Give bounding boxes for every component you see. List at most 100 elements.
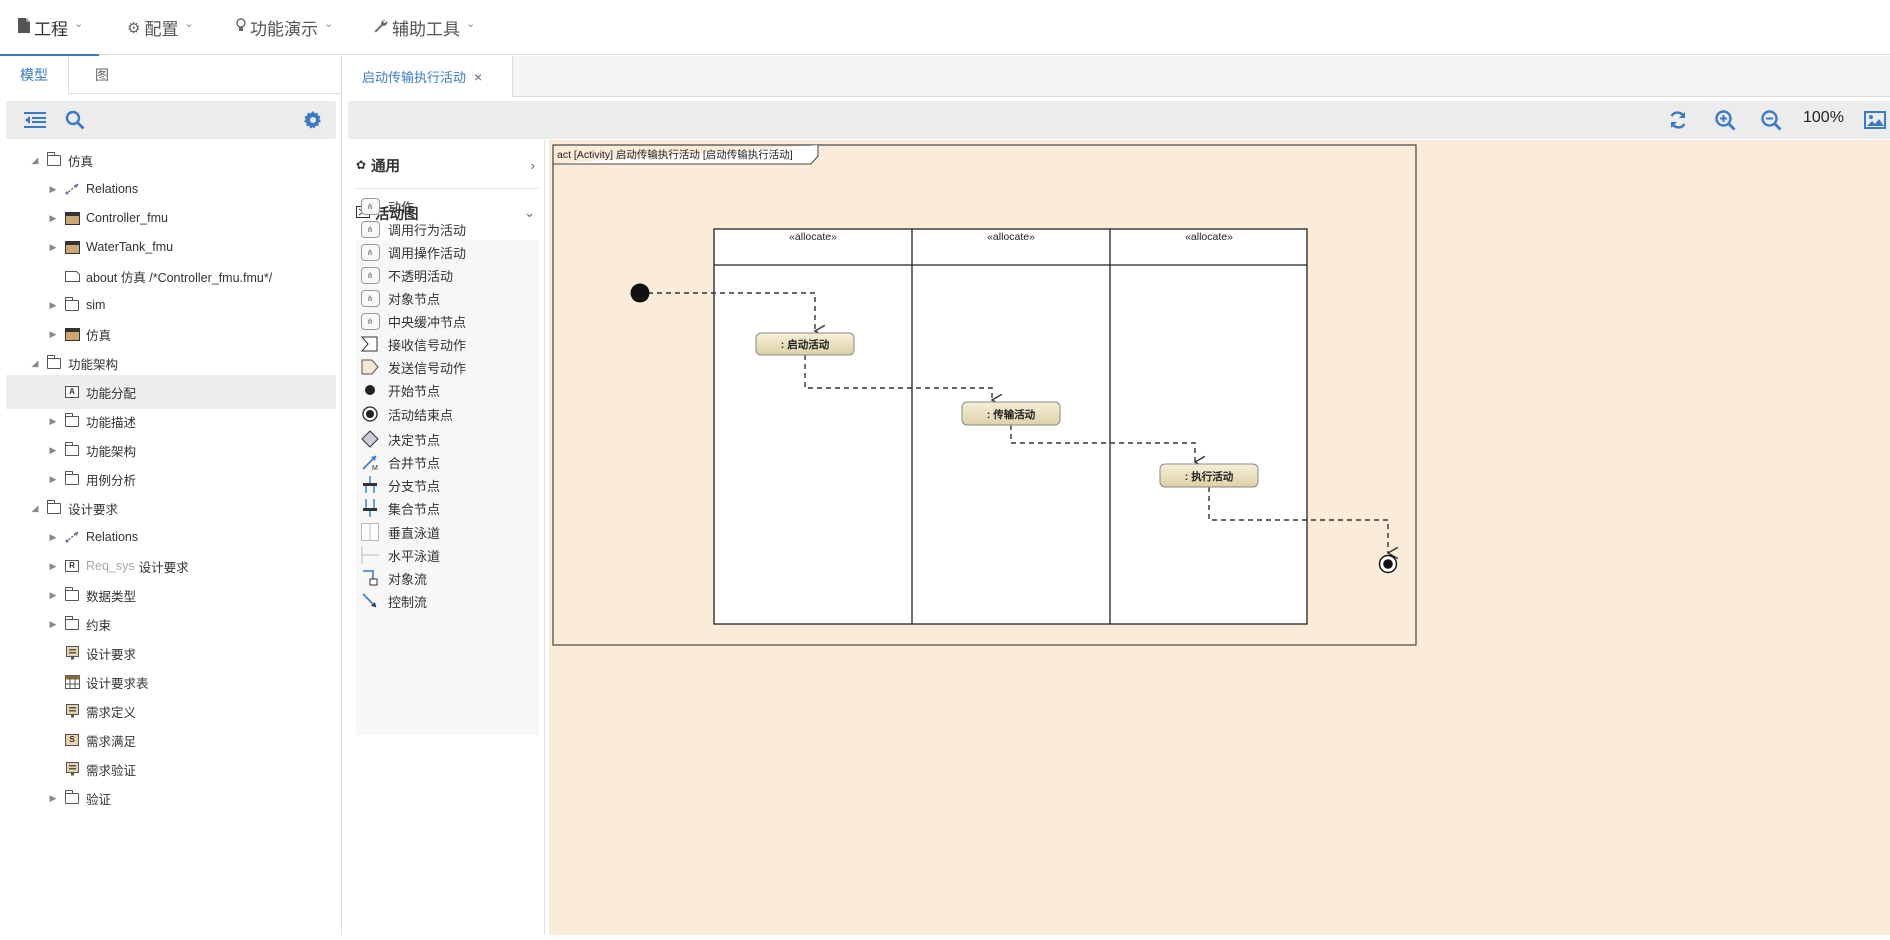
folder-icon xyxy=(46,354,62,370)
requirement-diagram-icon xyxy=(64,762,80,776)
triangle-right-icon[interactable]: ▶ xyxy=(46,242,60,253)
palette-item-label: 调用行为活动 xyxy=(388,222,467,238)
element-palette: ✿ 通用 › 活动图 ⌄ ⋔ 动作 ⋔ 调用行为活动 ⋔ 调用操作活动 ⋔ 不透明活动 ⋔ 对象节… xyxy=(348,140,545,935)
opaque-action-icon: ⋔ xyxy=(360,266,380,284)
diagram-canvas[interactable]: act [Activity] 启动传输执行活动 [启动传输执行活动] «allo… xyxy=(549,140,1890,935)
triangle-right-icon[interactable]: ▶ xyxy=(46,561,60,572)
model-browser-tabs: 模型 图 xyxy=(0,56,341,94)
collapse-all-icon[interactable] xyxy=(22,107,48,133)
palette-item-label: 对象节点 xyxy=(388,291,441,307)
menu-project[interactable]: 工程 ⌄ xyxy=(0,0,100,56)
gear-icon[interactable] xyxy=(300,107,326,133)
editor-tab-label: 启动传输执行活动 xyxy=(362,70,467,85)
editor-tab-bar: 启动传输执行活动 × xyxy=(343,56,1890,97)
lightbulb-icon xyxy=(236,18,246,37)
editor-tab-activity[interactable]: 启动传输执行活动 × xyxy=(343,56,513,97)
zoom-out-icon[interactable] xyxy=(1759,107,1783,133)
tree-item-label: 用例分析 xyxy=(86,473,137,488)
block-icon xyxy=(64,240,80,254)
palette-item-label: 控制流 xyxy=(388,594,428,610)
tab-diagram[interactable]: 图 xyxy=(75,56,129,94)
relation-icon xyxy=(64,182,80,196)
palette-item-label: 不透明活动 xyxy=(388,268,454,284)
action-label: : 启动活动 xyxy=(781,338,830,351)
triangle-right-icon[interactable]: ▶ xyxy=(46,474,60,485)
triangle-right-icon[interactable]: ▶ xyxy=(46,300,60,311)
triangle-down-icon[interactable]: ◢ xyxy=(28,358,42,369)
object-flow-icon xyxy=(360,569,380,587)
tree-item-label: 需求定义 xyxy=(86,705,137,720)
refresh-icon[interactable] xyxy=(1666,107,1690,133)
relation-icon xyxy=(64,530,80,544)
tree-item-label: Relations xyxy=(86,530,139,544)
gear-icon: ✿ xyxy=(356,158,367,172)
action-start[interactable]: : 启动活动 xyxy=(755,332,855,356)
folder-icon xyxy=(64,296,80,312)
triangle-right-icon[interactable]: ▶ xyxy=(46,416,60,427)
tree-item-label: 功能描述 xyxy=(86,415,137,430)
tree-item-label: WaterTank_fmu xyxy=(86,240,174,254)
control-flow-icon xyxy=(360,592,380,610)
partition-label: «allocate» xyxy=(789,231,837,243)
triangle-down-icon[interactable]: ◢ xyxy=(28,155,42,166)
palette-item-label: 中央缓冲节点 xyxy=(388,314,467,330)
tree-item-label: Relations xyxy=(86,182,139,196)
triangle-right-icon[interactable]: ▶ xyxy=(46,184,60,195)
triangle-down-icon[interactable]: ◢ xyxy=(28,503,42,514)
triangle-right-icon[interactable]: ▶ xyxy=(46,213,60,224)
activity-final-node[interactable] xyxy=(1378,554,1398,574)
triangle-right-icon[interactable]: ▶ xyxy=(46,619,60,630)
tree-item-label: 设计要求 xyxy=(86,647,137,662)
action-transfer[interactable]: : 传输活动 xyxy=(961,401,1061,426)
close-icon[interactable]: × xyxy=(474,69,482,85)
triangle-right-icon[interactable]: ▶ xyxy=(46,329,60,340)
tree-item-label: 需求满足 xyxy=(86,734,137,749)
tree-item-label: 功能架构 xyxy=(68,357,119,372)
tab-model[interactable]: 模型 xyxy=(0,56,69,94)
table-icon xyxy=(64,675,80,689)
triangle-right-icon[interactable]: ▶ xyxy=(46,793,60,804)
join-node-icon xyxy=(360,499,380,517)
palette-item-label: 分支节点 xyxy=(388,478,441,494)
chevron-down-icon: ⌄ xyxy=(466,18,476,30)
requirement-diagram-icon xyxy=(64,646,80,660)
tree-item-label: 功能分配 xyxy=(86,386,137,401)
palette-section-general[interactable]: ✿ 通用 › xyxy=(348,143,545,187)
palette-item[interactable]: 控制流 xyxy=(360,587,427,615)
initial-node[interactable] xyxy=(630,283,650,303)
activity-diagram: act [Activity] 启动传输执行活动 [启动传输执行活动] «allo… xyxy=(552,144,1417,646)
triangle-right-icon[interactable]: ▶ xyxy=(46,590,60,601)
tree-item-label: 需求验证 xyxy=(86,763,137,778)
menu-demo-label: 功能演示 xyxy=(250,20,318,39)
zoom-in-icon[interactable] xyxy=(1713,107,1737,133)
search-icon[interactable] xyxy=(62,107,88,133)
folder-icon xyxy=(64,412,80,428)
tree-item-label: 约束 xyxy=(86,618,112,633)
action-execute[interactable]: : 执行活动 xyxy=(1159,463,1259,488)
action-label: : 执行活动 xyxy=(1185,470,1234,483)
menu-tools[interactable]: 辅助工具 ⌄ xyxy=(373,0,475,55)
file-icon xyxy=(18,18,30,37)
palette-item-label: 开始节点 xyxy=(388,383,441,399)
tree-item-label: 验证 xyxy=(86,792,112,807)
block-icon xyxy=(64,211,80,225)
folder-icon xyxy=(46,151,62,167)
tree-item-label: 仿真 xyxy=(86,328,112,343)
model-browser-toolbar xyxy=(6,101,336,139)
block-icon xyxy=(64,327,80,341)
menu-demo[interactable]: 功能演示 ⌄ xyxy=(236,0,333,55)
palette-item-label: 集合节点 xyxy=(388,501,441,517)
menu-config[interactable]: ⚙ 配置 ⌄ xyxy=(127,0,194,55)
comment-icon xyxy=(64,269,80,283)
palette-item[interactable]: 活动结束点 xyxy=(360,400,453,428)
triangle-right-icon[interactable]: ▶ xyxy=(46,532,60,543)
folder-icon xyxy=(64,586,80,602)
object-node-icon: ⋔ xyxy=(360,289,380,307)
satisfy-icon: S xyxy=(64,733,80,747)
requirement-diagram-icon xyxy=(64,704,80,718)
palette-item-label: 垂直泳道 xyxy=(388,525,441,541)
image-export-icon[interactable] xyxy=(1863,107,1887,133)
triangle-right-icon[interactable]: ▶ xyxy=(46,445,60,456)
tree-item-verification[interactable]: ▶ 验证 xyxy=(6,781,336,815)
folder-icon xyxy=(64,789,80,805)
